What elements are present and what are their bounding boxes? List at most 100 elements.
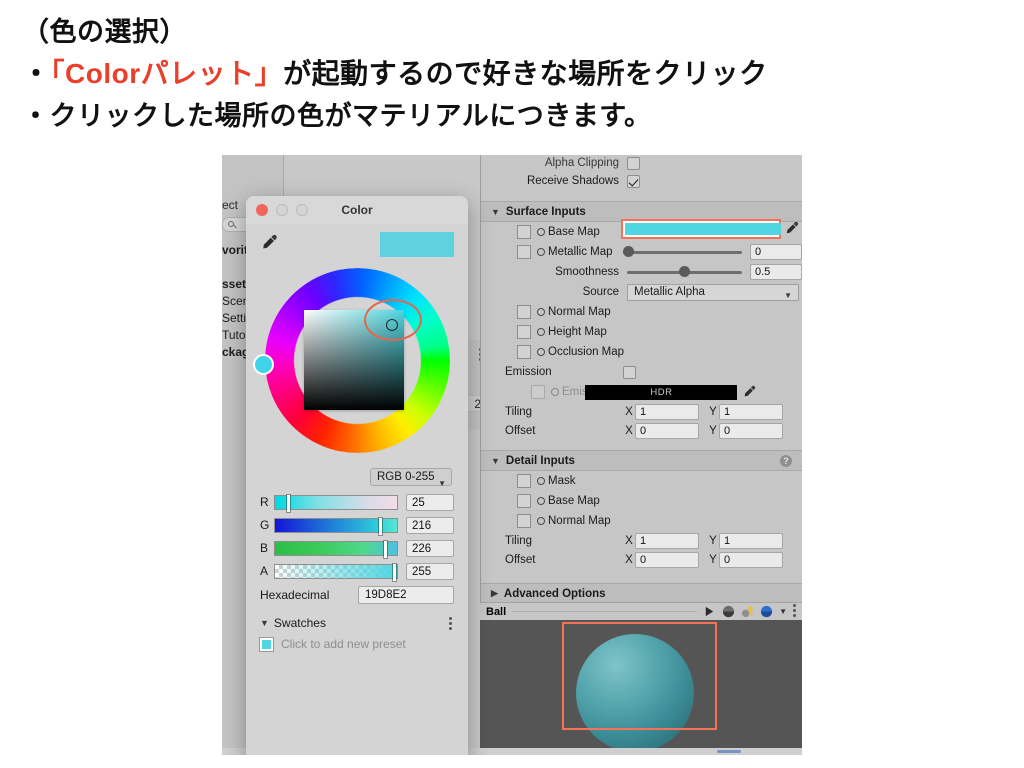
play-icon[interactable] (703, 605, 716, 618)
source-dropdown[interactable]: Metallic Alpha ▼ (627, 283, 799, 301)
row-emission[interactable]: Emission (481, 362, 802, 382)
row-smoothness[interactable]: Smoothness 0.5 (481, 262, 802, 282)
alpha-clipping-checkbox[interactable] (627, 156, 640, 170)
material-preview[interactable] (480, 620, 802, 748)
surface-tiling-y[interactable]: 1 (719, 403, 783, 420)
channel-b-value[interactable]: 226 (406, 539, 454, 557)
hexadecimal-value[interactable]: 19D8E2 (358, 586, 454, 604)
smoothness-slider[interactable] (627, 266, 742, 277)
row-normal-map[interactable]: Normal Map (481, 302, 802, 322)
lighting-icon[interactable] (741, 605, 754, 618)
kebab-icon[interactable] (793, 604, 796, 619)
occlusion-map-checkbox[interactable] (517, 345, 531, 359)
scrollbar-indicator[interactable] (717, 750, 741, 753)
minimize-icon[interactable] (276, 204, 288, 216)
metallic-map-checkbox[interactable] (517, 245, 531, 259)
close-icon[interactable] (256, 204, 268, 216)
channel-r-slider[interactable] (274, 494, 398, 512)
surface-offset-x[interactable]: 0 (635, 422, 699, 439)
detail-base-map-checkbox[interactable] (517, 494, 531, 508)
project-row-tutorial[interactable]: Tuto (222, 328, 246, 342)
row-detail-base-map[interactable]: Base Map (481, 491, 802, 511)
preset-color-chip[interactable] (259, 636, 274, 652)
base-map-target-icon[interactable] (537, 228, 545, 236)
row-detail-offset[interactable]: Offset X 0 Y 0 (481, 550, 802, 569)
hue-cursor[interactable] (253, 354, 274, 375)
help-icon[interactable]: ? (780, 455, 792, 467)
eyedropper-icon[interactable] (260, 234, 278, 252)
hexadecimal-row[interactable]: Hexadecimal 19D8E2 (246, 584, 468, 606)
detail-offset-y[interactable]: 0 (719, 551, 783, 568)
eyedropper-icon[interactable] (742, 385, 756, 399)
metallic-map-target-icon[interactable] (537, 248, 545, 256)
project-row-favorites[interactable]: vorit (222, 243, 248, 257)
metallic-map-value[interactable]: 0 (750, 244, 802, 260)
height-map-checkbox[interactable] (517, 325, 531, 339)
metallic-map-slider[interactable] (623, 246, 742, 257)
row-detail-normal-map[interactable]: Normal Map (481, 511, 802, 531)
project-row-settings[interactable]: Setti (222, 311, 246, 325)
project-tab-label[interactable]: ect (222, 198, 238, 212)
row-surface-tiling[interactable]: Tiling X 1 Y 1 (481, 402, 802, 421)
normal-map-checkbox[interactable] (517, 305, 531, 319)
add-preset-row[interactable]: Click to add new preset (246, 634, 468, 654)
eyedropper-icon[interactable] (784, 221, 799, 236)
channel-a-slider[interactable] (274, 563, 398, 581)
maximize-icon[interactable] (296, 204, 308, 216)
row-emission-map[interactable]: Emission M HDR (481, 382, 802, 402)
channel-g-value[interactable]: 216 (406, 516, 454, 534)
detail-tiling-y[interactable]: 1 (719, 532, 783, 549)
smoothness-value[interactable]: 0.5 (750, 264, 802, 280)
detail-mask-target-icon[interactable] (537, 477, 545, 485)
detail-tiling-x[interactable]: 1 (635, 532, 699, 549)
render-mode-icon[interactable] (760, 605, 773, 618)
chevron-down-icon[interactable]: ▼ (779, 607, 787, 616)
row-occlusion-map[interactable]: Occlusion Map (481, 342, 802, 362)
emission-map-checkbox[interactable] (531, 385, 545, 399)
row-detail-mask[interactable]: Mask (481, 471, 802, 491)
row-source[interactable]: Source Metallic Alpha ▼ (481, 282, 802, 302)
detail-base-map-target-icon[interactable] (537, 497, 545, 505)
emission-checkbox[interactable] (623, 365, 636, 379)
channel-g-slider[interactable] (274, 517, 398, 535)
row-surface-offset[interactable]: Offset X 0 Y 0 (481, 421, 802, 440)
channel-row-a[interactable]: A 255 (246, 561, 468, 581)
base-map-label: Base Map (548, 226, 600, 238)
color-wheel-area[interactable] (246, 266, 468, 466)
detail-mask-label: Mask (548, 475, 576, 487)
channel-b-slider[interactable] (274, 540, 398, 558)
channel-row-r[interactable]: R 25 (246, 492, 468, 512)
emission-map-hdr-swatch[interactable]: HDR (585, 384, 738, 400)
sphere-preview-icon[interactable] (722, 605, 735, 618)
section-detail-inputs[interactable]: ▼ Detail Inputs ? (481, 450, 802, 471)
receive-shadows-checkbox[interactable] (627, 174, 640, 188)
kebab-icon[interactable] (449, 617, 452, 632)
color-picker-dialog[interactable]: Color RGB 0-255 ▼ R 25 G 216 B 226 A 255… (246, 196, 468, 755)
detail-offset-x[interactable]: 0 (635, 551, 699, 568)
emission-map-target-icon[interactable] (551, 388, 559, 396)
row-detail-tiling[interactable]: Tiling X 1 Y 1 (481, 531, 802, 550)
channel-row-g[interactable]: G 216 (246, 515, 468, 535)
base-map-color-swatch[interactable] (625, 223, 781, 235)
detail-normal-map-checkbox[interactable] (517, 514, 531, 528)
detail-normal-map-target-icon[interactable] (537, 517, 545, 525)
occlusion-map-target-icon[interactable] (537, 348, 545, 356)
row-height-map[interactable]: Height Map (481, 322, 802, 342)
row-receive-shadows[interactable]: Receive Shadows (481, 171, 802, 191)
base-map-color-area[interactable] (621, 219, 799, 239)
surface-tiling-x[interactable]: 1 (635, 403, 699, 420)
smoothness-label: Smoothness (555, 266, 619, 278)
channel-r-value[interactable]: 25 (406, 493, 454, 511)
section-advanced-options[interactable]: ▶ Advanced Options (481, 583, 802, 604)
swatches-header[interactable]: ▼ Swatches (246, 612, 468, 634)
channel-a-value[interactable]: 255 (406, 562, 454, 580)
row-alpha-clipping[interactable]: Alpha Clipping (481, 155, 802, 171)
surface-offset-y[interactable]: 0 (719, 422, 783, 439)
surface-tiling-y-label: Y (709, 405, 717, 418)
height-map-target-icon[interactable] (537, 328, 545, 336)
base-map-checkbox[interactable] (517, 225, 531, 239)
detail-mask-checkbox[interactable] (517, 474, 531, 488)
normal-map-target-icon[interactable] (537, 308, 545, 316)
color-mode-dropdown[interactable]: RGB 0-255 ▼ (370, 468, 452, 488)
channel-row-b[interactable]: B 226 (246, 538, 468, 558)
